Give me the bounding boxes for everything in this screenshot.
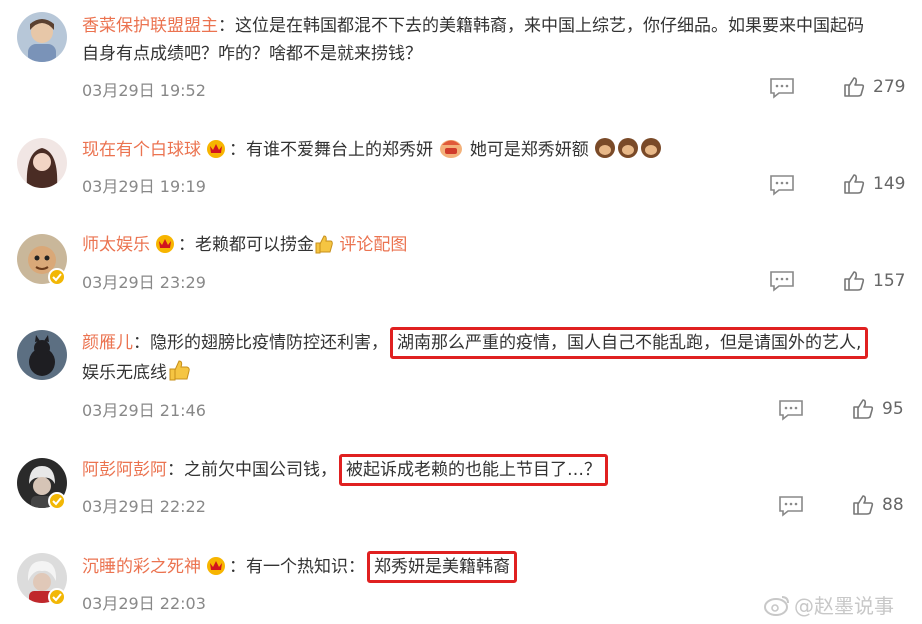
reply-icon[interactable] [778, 399, 804, 421]
like-count: 88 [882, 495, 904, 515]
comment-text: ：之前欠中国公司钱， [167, 460, 337, 480]
comment-text: ：隐形的翅膀比疫情防控还利害， [133, 333, 388, 353]
reply-icon[interactable] [769, 77, 795, 99]
highlight-box: 被起诉成老赖的也能上节目了…？ [339, 454, 608, 486]
like-button[interactable]: 279 [843, 76, 905, 98]
thumbs-up-icon [844, 271, 865, 291]
thumbs-up-emoji-icon [314, 234, 334, 263]
like-button[interactable]: 88 [852, 494, 904, 516]
thumbs-up-emoji-icon [167, 358, 191, 391]
emoji-icon [438, 135, 464, 168]
like-button[interactable]: 95 [852, 398, 904, 420]
timestamp: 03月29日 19:19 [82, 177, 206, 196]
like-count: 157 [873, 271, 906, 291]
monkey-emoji-icon [594, 137, 664, 168]
comment-text: 她可是郑秀妍额 [469, 140, 589, 160]
comment-image-link[interactable]: 评论配图 [339, 235, 407, 255]
crown-badge-icon [154, 233, 176, 262]
reply-icon[interactable] [778, 495, 804, 517]
comment-text: ：这位是在韩国都混不下去的美籍韩裔，来中国上综艺，你仔细品。如果要来中国起码 [218, 16, 864, 36]
username[interactable]: 阿彭阿彭阿 [82, 460, 167, 480]
like-count: 95 [882, 399, 904, 419]
crown-badge-icon [205, 138, 227, 167]
timestamp: 03月29日 22:22 [82, 497, 206, 516]
like-button[interactable]: 149 [843, 173, 905, 195]
avatar[interactable] [17, 12, 67, 62]
comment-text: ：老赖都可以捞金 [178, 235, 314, 255]
reply-icon[interactable] [769, 174, 795, 196]
username[interactable]: 颜雁儿 [82, 333, 133, 353]
thumbs-up-icon [844, 174, 865, 194]
timestamp: 03月29日 23:29 [82, 273, 206, 292]
username[interactable]: 香菜保护联盟盟主 [82, 16, 218, 36]
comment-text: 自身有点成绩吧？咋的？啥都不是就来捞钱？ [82, 44, 422, 64]
highlight-box: 湖南那么严重的疫情，国人自己不能乱跑，但是请国外的艺人, [390, 327, 869, 359]
thumbs-up-icon [844, 77, 865, 97]
like-button[interactable]: 157 [843, 270, 905, 292]
avatar[interactable] [17, 330, 67, 380]
comment-text: ：有谁不爱舞台上的郑秀妍 [229, 140, 433, 160]
verified-badge-icon [48, 492, 66, 510]
username[interactable]: 沉睡的彩之死神 [82, 557, 201, 577]
reply-icon[interactable] [769, 270, 795, 292]
like-count: 149 [873, 174, 906, 194]
timestamp: 03月29日 21:46 [82, 401, 206, 420]
username[interactable]: 现在有个白球球 [82, 140, 201, 160]
comment-text: 娱乐无底线 [82, 363, 167, 383]
like-count: 279 [873, 77, 906, 97]
watermark: @赵墨说事 [764, 590, 894, 619]
comment-text: ：有一个热知识： [229, 557, 365, 577]
username[interactable]: 师太娱乐 [82, 235, 150, 255]
timestamp: 03月29日 19:52 [82, 81, 206, 100]
crown-badge-icon [205, 555, 227, 584]
timestamp: 03月29日 22:03 [82, 594, 206, 613]
thumbs-up-icon [853, 495, 874, 515]
weibo-logo-icon [764, 595, 789, 616]
highlight-box: 郑秀妍是美籍韩裔 [367, 551, 517, 583]
verified-badge-icon [48, 268, 66, 286]
watermark-text: @赵墨说事 [794, 594, 894, 618]
verified-badge-icon [48, 588, 66, 606]
thumbs-up-icon [853, 399, 874, 419]
avatar[interactable] [17, 138, 67, 188]
